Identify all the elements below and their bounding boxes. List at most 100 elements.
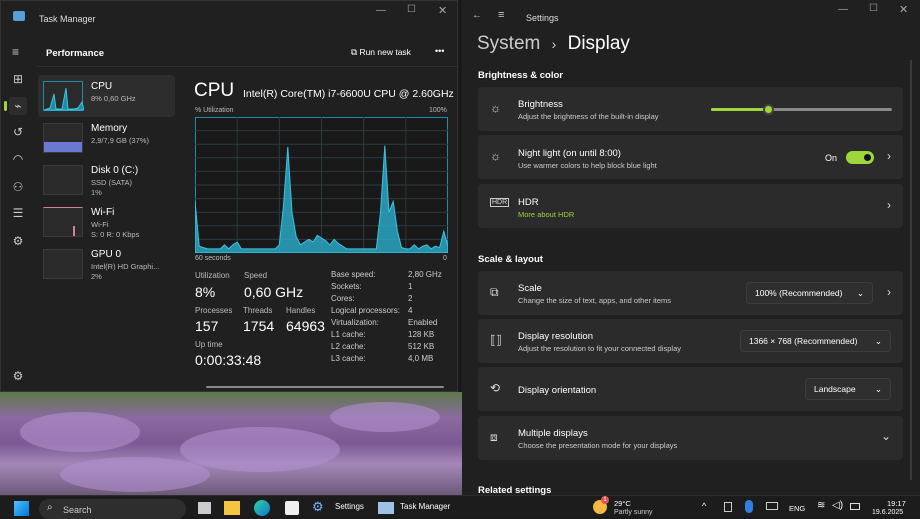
hamburger-menu-icon[interactable]: ≡ [498,9,504,21]
hdr-card[interactable]: HDR HDR More about HDR › [478,184,903,228]
night-light-icon: ☼ [490,149,501,163]
services-icon[interactable]: ⚙ [9,232,27,250]
users-icon[interactable]: ⚇ [9,178,27,196]
breadcrumb-separator: › [551,36,557,52]
gpu-model: Intel(R) HD Graphi... [91,262,160,271]
night-light-card[interactable]: ☼ Night light (on until 8:00) Use warmer… [478,135,903,179]
volume-icon[interactable]: ◁) [832,500,843,511]
settings-app-icon[interactable]: ⚙ [312,499,324,515]
breadcrumb-system[interactable]: System [477,33,540,54]
gpu-label: GPU 0 [91,249,122,260]
handles-value: 64963 [286,318,325,334]
taskbar-settings-label[interactable]: Settings [335,502,364,511]
task-view-icon[interactable] [198,502,211,514]
sidebar-item-wifi[interactable]: Wi-Fi Wi-Fi S: 0 R: 0 Kbps [38,201,175,243]
file-explorer-icon[interactable] [224,501,240,515]
settings-icon[interactable]: ⚙ [9,367,27,385]
chevron-right-icon: › [887,149,891,163]
search-box[interactable]: ⌕ Search [39,499,186,519]
utilization-max-label: 100% [429,107,447,114]
cpu-summary: 8% 0,60 GHz [91,94,136,103]
hdr-link[interactable]: More about HDR [518,210,574,219]
wifi-throughput: S: 0 R: 0 Kbps [91,230,140,239]
back-button[interactable]: ← [472,10,482,21]
vertical-scrollbar[interactable] [910,60,912,480]
spec-value: 512 KB [408,342,435,351]
run-new-task-label: Run new task [359,47,411,57]
orientation-dropdown[interactable]: Landscape ⌄ [805,378,891,400]
spec-label: L3 cache: [331,354,366,363]
brightness-slider[interactable] [711,104,892,115]
minimize-button[interactable]: — [838,4,848,15]
close-button[interactable]: ✕ [438,4,447,17]
taskbar-task-manager-label[interactable]: Task Manager [400,502,450,511]
clock-date[interactable]: 19.6.2025 [872,509,903,516]
app-history-icon[interactable]: ↺ [9,123,27,141]
store-icon[interactable] [285,501,299,515]
multiple-displays-card[interactable]: ⧈ Multiple displays Choose the presentat… [478,416,903,460]
start-button[interactable] [14,501,29,516]
sidebar-item-memory[interactable]: Memory 2,9/7,9 GB (37%) [38,117,175,159]
performance-icon[interactable]: ⌁ [9,97,27,115]
memory-thumbnail-graph [43,123,83,153]
close-button[interactable]: ✕ [899,3,908,16]
sun-icon: ☼ [490,101,501,115]
cpu-thumbnail-graph [43,81,85,111]
keyboard-icon[interactable] [766,502,778,510]
clock-time[interactable]: 19:17 [887,499,906,508]
sidebar-item-cpu[interactable]: CPU 8% 0,60 GHz [38,75,175,117]
spec-label: Sockets: [331,282,362,291]
run-new-task-button[interactable]: ⧉ Run new task [351,47,411,58]
resolution-dropdown[interactable]: 1366 × 768 (Recommended) ⌄ [740,330,891,352]
multiple-displays-title: Multiple displays [518,428,588,439]
language-indicator[interactable]: ENG [789,504,805,513]
disk-type: SSD (SATA) [91,178,132,187]
gpu-usage: 2% [91,272,102,281]
page-header: Performance [46,48,105,59]
resolution-title: Display resolution [518,331,593,342]
wifi-adapter: Wi-Fi [91,220,109,229]
startup-apps-icon[interactable]: ◠ [9,150,27,168]
more-options-button[interactable]: ••• [435,46,444,56]
utilization-value: 8% [195,284,216,300]
nav-rail: ⊞ ⌁ ↺ ◠ ⚇ ☰ ⚙ ⚙ [1,31,35,391]
maximize-button[interactable]: ☐ [407,4,416,15]
tablet-icon[interactable] [724,502,732,512]
bluetooth-icon[interactable] [745,500,753,513]
scale-dropdown[interactable]: 100% (Recommended) ⌄ [746,282,873,304]
spec-label: Base speed: [331,270,376,279]
details-icon[interactable]: ☰ [9,204,27,222]
disk-label: Disk 0 (C:) [91,165,139,176]
night-light-toggle[interactable] [846,151,874,164]
weather-temp[interactable]: 29°C [614,499,631,508]
wifi-icon[interactable]: ≋ [817,500,825,511]
processes-icon[interactable]: ⊞ [9,70,27,88]
sidebar-item-gpu[interactable]: GPU 0 Intel(R) HD Graphi... 2% [38,243,175,285]
weather-desc[interactable]: Partly sunny [614,509,653,516]
spec-label: L1 cache: [331,330,366,339]
brightness-slider-thumb[interactable] [762,104,774,115]
breadcrumb: System › Display [477,33,630,55]
battery-icon[interactable] [850,503,860,510]
chevron-right-icon[interactable]: › [887,285,891,299]
maximize-button[interactable]: ☐ [869,3,878,14]
breadcrumb-display: Display [567,33,630,54]
speed-label: Speed [244,271,268,280]
weather-badge: 1 [601,496,609,504]
spec-label: Virtualization: [331,318,379,327]
chevron-up-icon[interactable]: ^ [702,501,706,511]
utilization-label: Utilization [195,271,230,280]
minimize-button[interactable]: — [376,5,386,16]
orientation-card: ⟲ Display orientation Landscape ⌄ [478,367,903,411]
resolution-sub: Adjust the resolution to fit your connec… [518,344,682,353]
task-manager-app-icon[interactable] [378,502,394,514]
edge-icon[interactable] [254,500,270,516]
night-light-title: Night light (on until 8:00) [518,148,621,159]
scale-value: 100% (Recommended) [755,288,843,298]
window-title: Task Manager [39,14,96,24]
cpu-specs: Base speed: 2,80 GHz Sockets: 1 Cores: 2 Logic… [331,269,446,365]
horizontal-scrollbar[interactable] [206,386,444,388]
section-brightness-color: Brightness & color [478,70,563,81]
disk-usage: 1% [91,188,102,197]
sidebar-item-disk[interactable]: Disk 0 (C:) SSD (SATA) 1% [38,159,175,201]
